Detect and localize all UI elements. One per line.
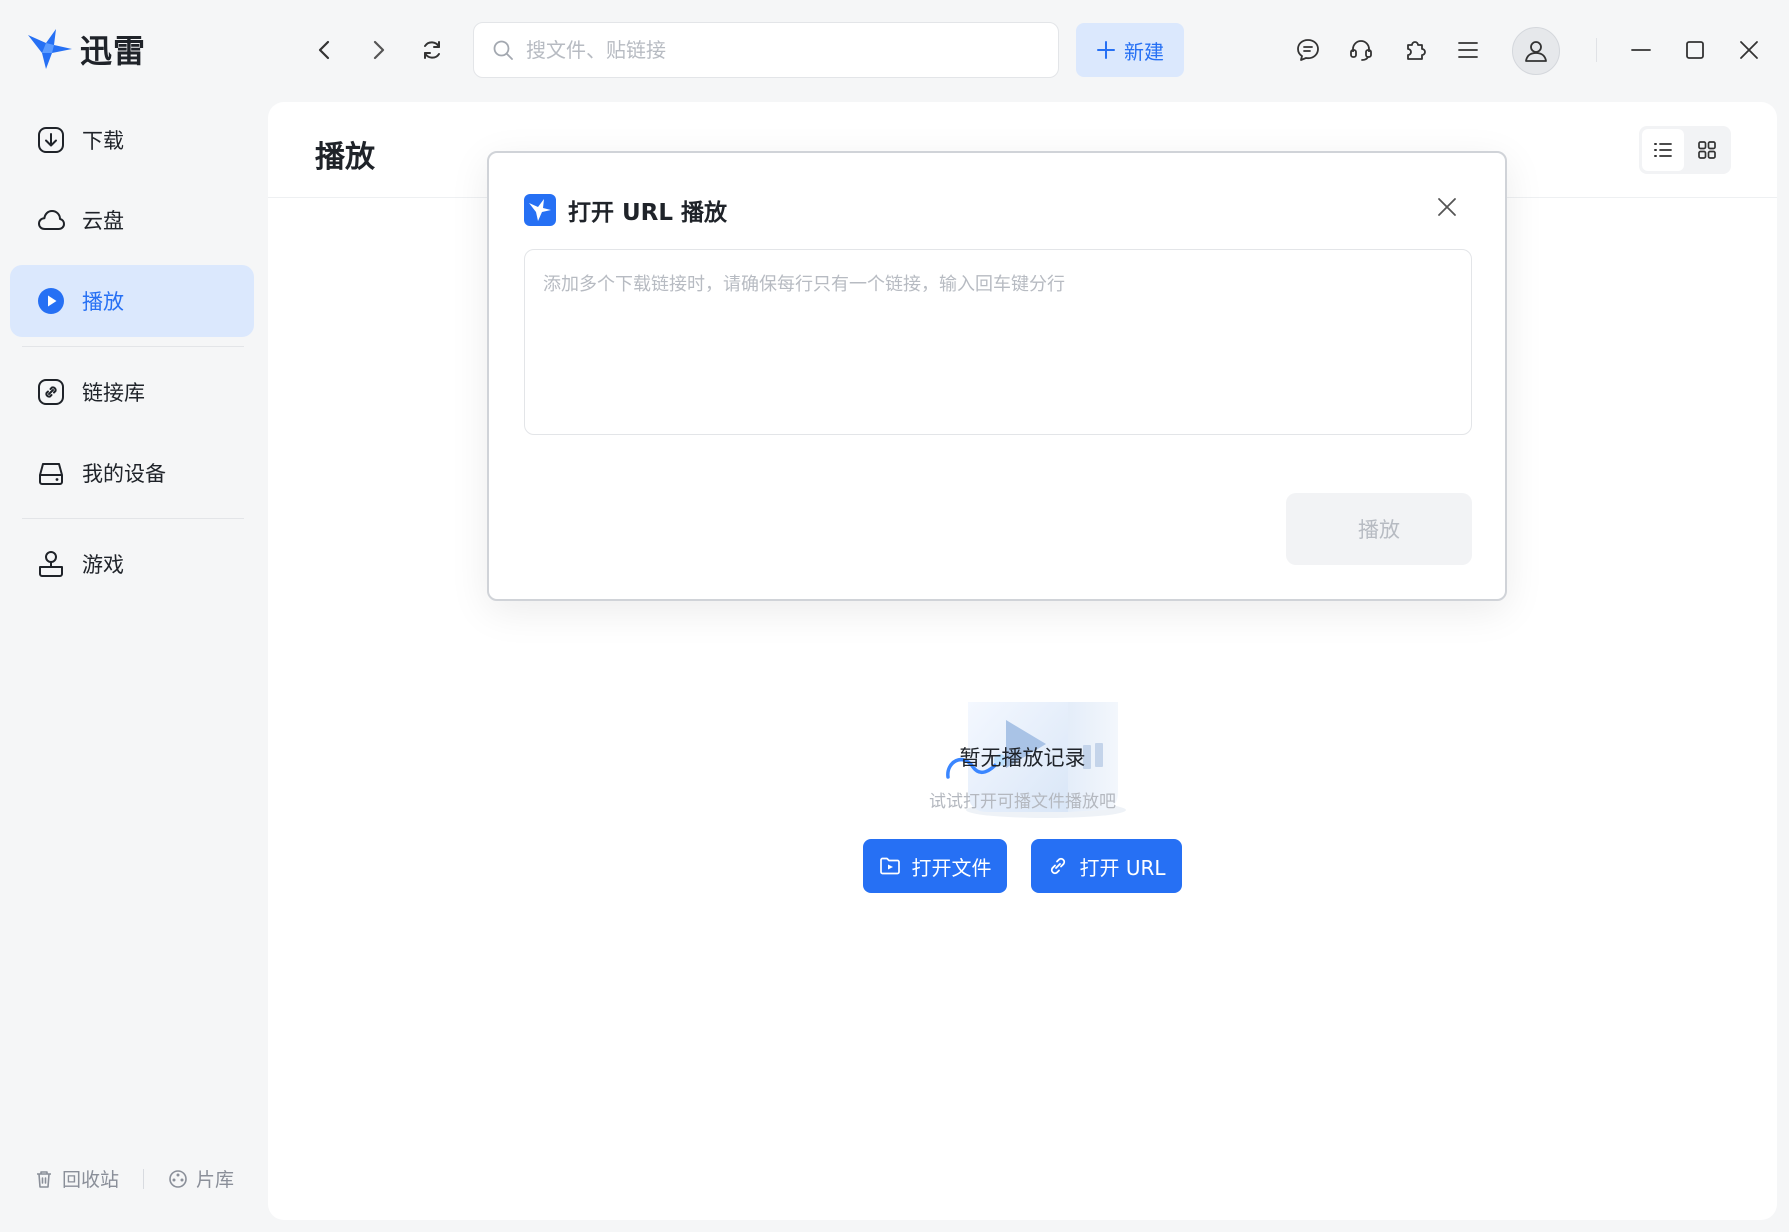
film-library-link[interactable]: 片库 xyxy=(168,1165,234,1192)
trash-icon xyxy=(37,1170,51,1188)
thunder-bird-icon xyxy=(28,29,72,69)
sidebar-divider xyxy=(22,346,244,347)
empty-playback-illustration xyxy=(946,702,1126,818)
close-icon xyxy=(1438,198,1456,216)
open-url-label: 打开 URL xyxy=(1079,855,1166,880)
open-file-button[interactable]: 打开文件 xyxy=(863,839,1008,893)
joystick-icon xyxy=(39,551,63,577)
empty-state-title: 暂无播放记录 xyxy=(959,746,1086,770)
minimize-icon xyxy=(1631,49,1651,51)
plugins-button[interactable] xyxy=(1395,30,1435,70)
play-circle-icon xyxy=(38,288,64,314)
menu-button[interactable] xyxy=(1448,30,1488,70)
link-icon xyxy=(1051,857,1066,875)
sidebar-divider xyxy=(22,518,244,519)
recycle-bin-link[interactable]: 回收站 xyxy=(34,1165,119,1192)
sidebar-item-label: 播放 xyxy=(82,290,124,314)
chevron-right-icon xyxy=(373,40,385,60)
app-logo: 迅雷 xyxy=(26,26,146,72)
download-icon xyxy=(38,127,64,153)
sidebar-item-games[interactable]: 游戏 xyxy=(10,528,254,600)
support-button[interactable] xyxy=(1341,30,1381,70)
close-icon xyxy=(1740,41,1758,59)
app-name: 迅雷 xyxy=(80,32,147,70)
film-reel-icon xyxy=(169,1169,187,1188)
cloud-icon xyxy=(38,210,65,230)
grid-view-button[interactable] xyxy=(1686,129,1728,171)
toolbar-divider xyxy=(1596,38,1597,62)
headset-icon xyxy=(1350,40,1372,61)
page-title: 播放 xyxy=(315,140,375,175)
search-icon xyxy=(493,40,513,60)
hamburger-menu-icon xyxy=(1458,42,1478,58)
new-task-label: 新建 xyxy=(1124,39,1164,64)
open-url-dialog: 打开 URL 播放 播放 xyxy=(487,151,1507,601)
grid-view-icon xyxy=(1698,141,1716,159)
sidebar-item-link-library[interactable]: 链接库 xyxy=(10,356,254,428)
search-box[interactable] xyxy=(473,22,1059,78)
sidebar-item-label: 链接库 xyxy=(82,381,145,405)
empty-state-subtitle: 试试打开可播文件播放吧 xyxy=(929,792,1116,812)
sidebar-item-label: 云盘 xyxy=(82,209,124,233)
search-input[interactable] xyxy=(526,38,1006,62)
recycle-bin-label: 回收站 xyxy=(62,1169,120,1191)
film-library-label: 片库 xyxy=(196,1169,235,1191)
minimize-button[interactable] xyxy=(1621,30,1661,70)
sidebar-item-label: 我的设备 xyxy=(82,462,166,486)
puzzle-icon xyxy=(1407,41,1426,60)
footer-divider xyxy=(143,1168,145,1189)
user-icon xyxy=(1525,41,1547,62)
close-window-button[interactable] xyxy=(1729,30,1769,70)
sidebar-item-cloud[interactable]: 云盘 xyxy=(10,184,254,256)
thunder-app-icon xyxy=(524,194,556,226)
hard-drive-icon xyxy=(39,463,63,485)
dialog-header: 打开 URL 播放 xyxy=(524,193,727,227)
forward-button[interactable] xyxy=(358,30,398,70)
folder-play-icon xyxy=(880,857,901,875)
sidebar-item-play[interactable]: 播放 xyxy=(10,265,254,337)
new-task-button[interactable]: 新建 xyxy=(1076,23,1184,77)
open-file-label: 打开文件 xyxy=(911,855,992,880)
refresh-icon xyxy=(424,41,440,59)
message-button[interactable] xyxy=(1288,30,1328,70)
sidebar-item-label: 游戏 xyxy=(82,553,124,577)
view-mode-toggle xyxy=(1639,126,1731,174)
dialog-title: 打开 URL 播放 xyxy=(568,200,728,226)
chevron-left-icon xyxy=(318,40,330,60)
sidebar-item-label: 下载 xyxy=(82,129,124,153)
list-view-button[interactable] xyxy=(1642,129,1684,171)
list-view-icon xyxy=(1654,143,1672,157)
plus-icon xyxy=(1097,41,1115,59)
refresh-button[interactable] xyxy=(412,30,452,70)
maximize-icon xyxy=(1686,41,1704,59)
play-url-button[interactable]: 播放 xyxy=(1286,493,1472,565)
url-input[interactable] xyxy=(524,249,1472,435)
dialog-close-button[interactable] xyxy=(1429,189,1465,225)
message-icon xyxy=(1297,39,1319,61)
maximize-button[interactable] xyxy=(1675,30,1715,70)
link-box-icon xyxy=(38,379,64,405)
user-avatar[interactable] xyxy=(1512,27,1560,75)
back-button[interactable] xyxy=(305,30,345,70)
open-url-button[interactable]: 打开 URL xyxy=(1031,839,1182,893)
sidebar-footer: 回收站 片库 xyxy=(34,1165,234,1192)
empty-state-actions: 打开文件 打开 URL xyxy=(268,839,1777,893)
sidebar-item-my-devices[interactable]: 我的设备 xyxy=(10,437,254,509)
sidebar-item-download[interactable]: 下载 xyxy=(10,104,254,176)
